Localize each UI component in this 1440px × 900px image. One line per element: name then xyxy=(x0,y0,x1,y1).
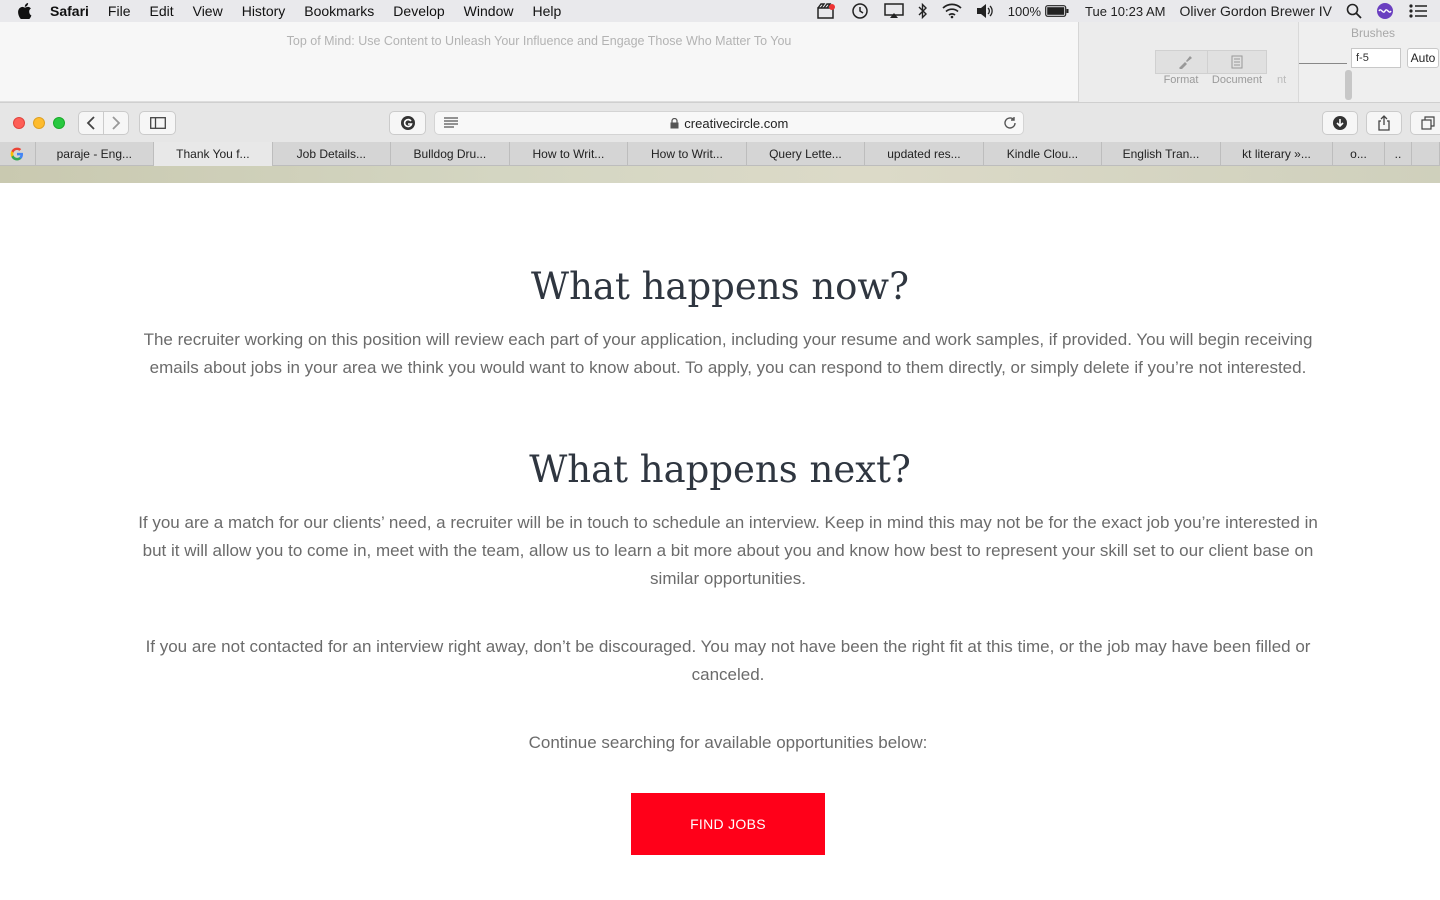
browser-toolbar: creativecircle.com xyxy=(0,102,1440,142)
tab-7[interactable]: updated res... xyxy=(865,142,984,166)
sidebar-icon xyxy=(149,117,166,129)
paragraph-not-contacted: If you are not contacted for an intervie… xyxy=(145,637,1311,684)
tab-6[interactable]: Query Lette... xyxy=(747,142,866,166)
menu-window[interactable]: Window xyxy=(464,3,514,19)
forward-button[interactable] xyxy=(103,111,129,135)
background-document-window: Top of Mind: Use Content to Unleash Your… xyxy=(0,22,1078,102)
wifi-icon[interactable] xyxy=(942,3,962,19)
siri-icon[interactable] xyxy=(1376,2,1394,20)
tab-5[interactable]: How to Writ... xyxy=(628,142,747,166)
paintbrush-icon xyxy=(1179,56,1192,69)
document-icon xyxy=(1231,55,1243,69)
tab-2[interactable]: Job Details... xyxy=(273,142,392,166)
page-content: What happens now? The recruiter working … xyxy=(0,183,1440,900)
status-area: 100% Tue 10:23 AM Oliver Gordon Brewer I… xyxy=(802,0,1440,22)
paragraph-what-happens-next: If you are a match for our clients’ need… xyxy=(138,513,1318,588)
battery-percent: 100% xyxy=(1007,3,1042,19)
tab-12[interactable]: .. xyxy=(1385,142,1413,166)
tab-11[interactable]: o... xyxy=(1333,142,1385,166)
chevron-right-icon xyxy=(112,116,121,130)
truncated-label: nt xyxy=(1277,74,1287,86)
document-label: Document xyxy=(1211,74,1263,86)
spotlight-search-icon[interactable] xyxy=(1346,3,1362,19)
menu-bookmarks[interactable]: Bookmarks xyxy=(304,3,374,19)
tab-bar: paraje - Eng... Thank You f... Job Detai… xyxy=(0,142,1440,166)
tabs-icon xyxy=(1421,116,1435,130)
url-text: creativecircle.com xyxy=(684,116,789,131)
menu-edit[interactable]: Edit xyxy=(149,3,173,19)
bluetooth-icon[interactable] xyxy=(918,3,928,19)
find-jobs-button[interactable]: FIND JOBS xyxy=(631,793,825,855)
ruler xyxy=(1299,56,1347,64)
paragraph-what-happens-now: The recruiter working on this position w… xyxy=(143,330,1313,377)
tab-9[interactable]: English Tran... xyxy=(1102,142,1221,166)
share-button[interactable] xyxy=(1366,111,1402,135)
battery-icon[interactable] xyxy=(1045,5,1069,17)
apple-menu-icon[interactable] xyxy=(18,3,36,19)
tab-8[interactable]: Kindle Clou... xyxy=(984,142,1103,166)
menu-app-safari[interactable]: Safari xyxy=(50,3,89,19)
menu-history[interactable]: History xyxy=(242,3,286,19)
share-icon xyxy=(1378,115,1390,131)
tab-4[interactable]: How to Writ... xyxy=(510,142,629,166)
window-minimize-button[interactable] xyxy=(33,117,45,129)
notification-center-icon[interactable] xyxy=(1408,3,1428,19)
auto-button[interactable]: Auto xyxy=(1407,48,1439,68)
google-tab[interactable] xyxy=(0,142,36,166)
reload-icon[interactable] xyxy=(1003,116,1017,133)
grammarly-extension-button[interactable] xyxy=(389,111,426,135)
background-toolbar: Format Document nt xyxy=(1078,22,1298,102)
background-inspector: Brushes f-5 Auto xyxy=(1298,22,1440,102)
download-icon xyxy=(1333,116,1347,130)
tab-0[interactable]: paraje - Eng... xyxy=(36,142,155,166)
time-machine-icon[interactable] xyxy=(850,2,870,20)
airplay-icon[interactable] xyxy=(884,3,904,19)
downloads-button[interactable] xyxy=(1322,111,1358,135)
continue-searching-text: Continue searching for available opportu… xyxy=(528,733,928,752)
window-close-button[interactable] xyxy=(13,117,25,129)
user-name[interactable]: Oliver Gordon Brewer IV xyxy=(1180,3,1333,19)
document-title: Top of Mind: Use Content to Unleash Your… xyxy=(286,34,792,48)
menu-help[interactable]: Help xyxy=(532,3,561,19)
tabs-overview-button[interactable] xyxy=(1410,111,1440,135)
menu-file[interactable]: File xyxy=(108,3,131,19)
clapper-icon[interactable] xyxy=(816,3,836,19)
window-zoom-button[interactable] xyxy=(53,117,65,129)
format-button[interactable] xyxy=(1155,50,1215,74)
volume-icon[interactable] xyxy=(976,3,994,19)
scrollbar-thumb[interactable] xyxy=(1345,70,1352,100)
heading-what-happens-next: What happens next? xyxy=(529,448,911,491)
sidebar-button[interactable] xyxy=(139,111,176,135)
lock-icon xyxy=(670,117,679,129)
document-button[interactable] xyxy=(1207,50,1267,74)
tab-10[interactable]: kt literary »... xyxy=(1221,142,1334,166)
address-bar[interactable]: creativecircle.com xyxy=(434,111,1024,135)
menu-develop[interactable]: Develop xyxy=(393,3,444,19)
tab-stub[interactable] xyxy=(1412,142,1440,166)
value-stepper[interactable]: f-5 xyxy=(1351,48,1401,68)
chevron-left-icon xyxy=(86,116,95,130)
menu-view[interactable]: View xyxy=(193,3,223,19)
google-icon xyxy=(10,147,24,161)
heading-what-happens-now: What happens now? xyxy=(531,265,909,308)
back-button[interactable] xyxy=(78,111,104,135)
tab-3[interactable]: Bulldog Dru... xyxy=(391,142,510,166)
grammarly-icon xyxy=(400,116,415,130)
brushes-label: Brushes xyxy=(1351,26,1396,40)
page-header-image xyxy=(0,166,1440,183)
format-label: Format xyxy=(1163,74,1199,86)
menu-bar: Safari File Edit View History Bookmarks … xyxy=(0,0,1440,22)
clock[interactable]: Tue 10:23 AM xyxy=(1085,4,1165,19)
tab-1-active[interactable]: Thank You f... xyxy=(154,142,273,166)
